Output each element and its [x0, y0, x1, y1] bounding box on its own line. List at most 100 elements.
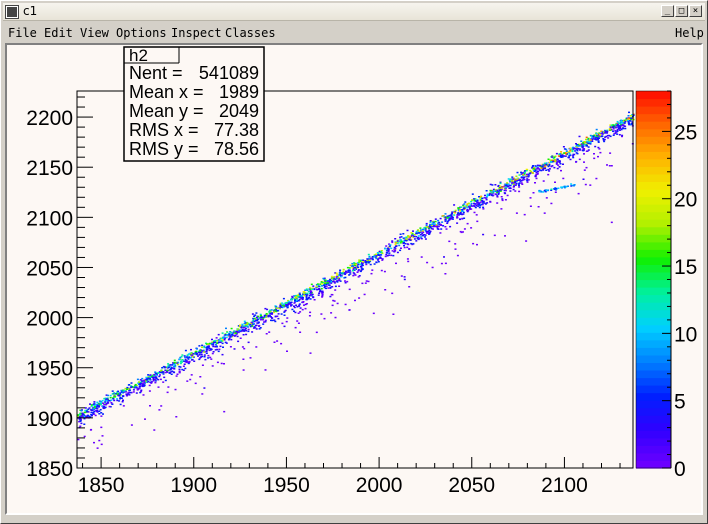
menu-edit[interactable]: Edit [44, 26, 73, 40]
menu-file[interactable]: File [8, 26, 37, 40]
menu-classes[interactable]: Classes [225, 26, 276, 40]
histogram-cell [78, 413, 81, 416]
histogram-cell [367, 280, 370, 283]
palette-cell [636, 430, 671, 439]
histogram-cell [350, 265, 353, 267]
minimize-button[interactable]: _ [661, 5, 674, 17]
histogram-cell [424, 238, 427, 240]
histogram-cell [135, 392, 138, 394]
histogram-cell [481, 197, 484, 200]
histogram-cell [182, 369, 185, 371]
palette-cell [636, 362, 671, 371]
histogram-cell [290, 298, 293, 301]
histogram-cell [551, 165, 554, 167]
histogram-cell [139, 385, 142, 387]
histogram-cell [571, 150, 574, 153]
histogram-cell [394, 250, 397, 252]
histogram-cell [441, 221, 444, 223]
histogram-cell [166, 391, 169, 394]
histogram-cell [225, 327, 227, 330]
histogram-cell [273, 341, 276, 343]
histogram-cell [299, 307, 302, 309]
histogram-cell [264, 369, 267, 371]
histogram-cell [357, 266, 360, 268]
histogram-cell [464, 201, 467, 203]
histogram-cell [403, 276, 406, 278]
histogram-cell [222, 337, 224, 339]
histogram-cell [134, 385, 137, 388]
histogram-canvas[interactable]: 1850 1900 1950 2000 2050 2100 185019001950200… [7, 45, 701, 513]
histogram-cell [255, 328, 258, 330]
histogram-cell [231, 332, 234, 334]
maximize-button[interactable]: □ [675, 5, 688, 17]
histogram-cell [251, 331, 254, 333]
histogram-cell [245, 325, 248, 327]
histogram-cell [393, 246, 396, 249]
histogram-cell [456, 215, 459, 218]
histogram-cell [241, 323, 244, 326]
histogram-cell [440, 262, 443, 265]
histogram-cell [190, 348, 192, 351]
histogram-cell [298, 298, 301, 301]
histogram-cell [285, 301, 288, 304]
histogram-cell [573, 153, 576, 156]
histogram-cell [429, 220, 432, 222]
histogram-cell [196, 348, 198, 350]
histogram-cell [523, 178, 526, 181]
histogram-cell [102, 402, 105, 404]
histogram-cell [237, 328, 240, 330]
histogram-cell [348, 271, 351, 273]
histogram-cell [226, 331, 229, 333]
menu-view[interactable]: View [80, 26, 109, 40]
histogram-cell [324, 282, 327, 285]
histogram-cell [399, 249, 402, 252]
histogram-cell [83, 423, 86, 425]
histogram-cell [253, 323, 255, 325]
stats-box[interactable]: h2 Nent = 541089Mean x = 1989Mean y = 20… [123, 46, 265, 162]
palette-cell [636, 370, 671, 379]
histogram-cell [99, 408, 102, 411]
histogram-cell [385, 245, 388, 247]
histogram-cell [341, 272, 344, 274]
histogram-cell [184, 358, 187, 361]
title-bar[interactable]: c1 _ □ × [3, 3, 705, 21]
histogram-cell [420, 237, 423, 240]
histogram-cell [305, 294, 308, 297]
histogram-cell [421, 230, 424, 232]
histogram-cell [93, 401, 96, 403]
histogram-cell [104, 401, 107, 403]
histogram-cell [409, 235, 412, 238]
histogram-cell [585, 166, 588, 169]
histogram-cell [612, 128, 615, 130]
histogram-cell [597, 155, 599, 158]
histogram-cell [627, 115, 630, 117]
histogram-cell [214, 346, 217, 348]
histogram-cell [294, 326, 297, 329]
histogram-cell [509, 187, 512, 190]
histogram-cell [109, 396, 112, 399]
app-icon[interactable] [6, 6, 18, 18]
histogram-cell [178, 358, 181, 360]
histogram-cell [294, 299, 296, 301]
histogram-cell [535, 177, 538, 180]
histogram-cell [377, 261, 380, 263]
histogram-cell [309, 311, 312, 314]
histogram-cell [612, 124, 615, 126]
histogram-cell [612, 134, 615, 136]
histogram-cell [568, 151, 571, 153]
histogram-cell [426, 226, 429, 228]
histogram-cell [100, 412, 103, 414]
close-button[interactable]: × [689, 5, 702, 17]
histogram-cell [199, 350, 202, 352]
menu-inspect[interactable]: Inspect [171, 26, 222, 40]
menu-help[interactable]: Help [675, 26, 704, 40]
histogram-cell [620, 120, 623, 122]
histogram-cell [459, 211, 462, 214]
histogram-cell [480, 195, 483, 198]
histogram-cell [144, 418, 146, 420]
x-tick-label: 2050 [448, 474, 495, 497]
histogram-cell [167, 386, 170, 388]
histogram-cell [358, 297, 361, 299]
menu-options[interactable]: Options [116, 26, 167, 40]
histogram-cell [223, 410, 226, 413]
